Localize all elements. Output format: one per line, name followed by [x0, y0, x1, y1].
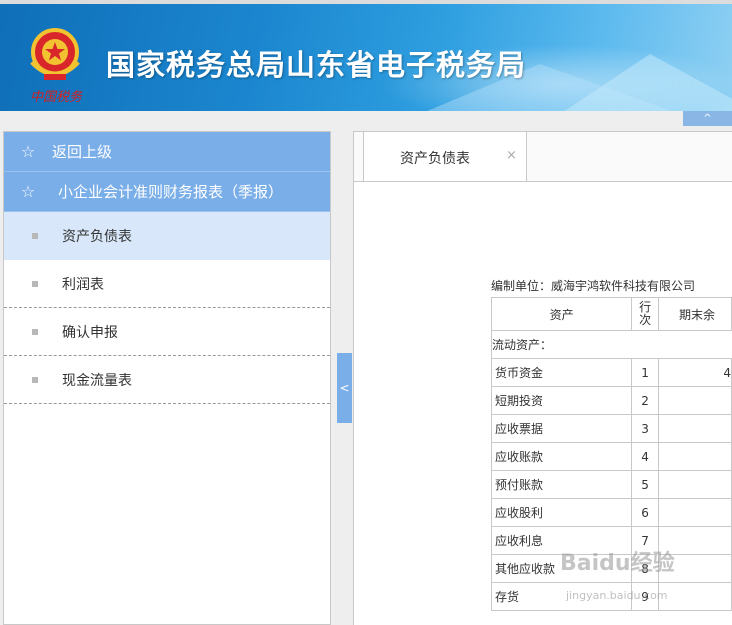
- column-header-line: 行次: [631, 297, 659, 331]
- banner-mountain: [560, 54, 732, 111]
- back-button[interactable]: ☆ 返回上级: [4, 132, 330, 172]
- sidebar: ☆ 返回上级 ☆ 小企业会计准则财务报表（季报） 资产负债表 利润表 确认申报 …: [3, 131, 331, 625]
- star-icon: ☆: [20, 142, 36, 161]
- row-name: 应收账款: [490, 442, 633, 471]
- sidebar-item-cash-flow[interactable]: 现金流量表: [4, 356, 330, 404]
- row-name: 应收股利: [490, 498, 633, 527]
- section-row: 流动资产：: [491, 330, 732, 359]
- star-icon: ☆: [20, 182, 36, 201]
- row-value-input[interactable]: 4: [657, 358, 732, 387]
- table-row: 短期投资 2: [490, 386, 732, 415]
- sidebar-item-income-statement[interactable]: 利润表: [4, 260, 330, 308]
- row-name: 应收票据: [490, 414, 633, 443]
- close-icon[interactable]: ×: [506, 148, 517, 163]
- section-label: 小企业会计准则财务报表（季报）: [58, 183, 284, 201]
- table-header-row: 资产 行次 期末余: [490, 297, 732, 331]
- row-line: 2: [631, 386, 659, 415]
- table-row: 应收票据 3: [490, 414, 732, 443]
- sidebar-section-header[interactable]: ☆ 小企业会计准则财务报表（季报）: [4, 172, 330, 212]
- row-value-input[interactable]: [657, 442, 732, 471]
- column-header-asset: 资产: [490, 297, 633, 331]
- table-row: 预付账款 5: [490, 470, 732, 499]
- sidebar-item-label: 利润表: [62, 276, 104, 293]
- row-name: 预付账款: [490, 470, 633, 499]
- row-line: 3: [631, 414, 659, 443]
- sidebar-item-label: 现金流量表: [62, 372, 132, 389]
- collapse-header-button[interactable]: ^: [683, 111, 732, 126]
- row-line: 6: [631, 498, 659, 527]
- emblem-signature: 中国税务: [30, 90, 83, 105]
- row-line: 5: [631, 470, 659, 499]
- content-panel: 资产负债表 × 编制单位：威海宇鸿软件科技有限公司 资产 行次 期末余 流动资产…: [353, 131, 732, 625]
- tab-bar: 资产负债表 ×: [354, 132, 732, 182]
- row-name: 货币资金: [490, 358, 633, 387]
- sidebar-item-balance-sheet[interactable]: 资产负债表: [4, 212, 330, 260]
- bullet-icon: [32, 376, 38, 383]
- column-header-end-balance: 期末余: [657, 297, 732, 331]
- row-line: 1: [631, 358, 659, 387]
- row-value-input[interactable]: [657, 582, 732, 611]
- tab-label: 资产负债表: [400, 151, 470, 167]
- row-value-input[interactable]: [657, 498, 732, 527]
- sidebar-toggle-button[interactable]: <: [337, 353, 352, 423]
- tax-emblem-icon: [30, 28, 80, 80]
- back-label: 返回上级: [52, 143, 113, 161]
- table-row: 货币资金 1 4: [490, 358, 732, 387]
- row-name: 短期投资: [490, 386, 633, 415]
- sidebar-item-label: 确认申报: [62, 324, 118, 341]
- sidebar-item-confirm-filing[interactable]: 确认申报: [4, 308, 330, 356]
- row-value-input[interactable]: [657, 414, 732, 443]
- row-line: 4: [631, 442, 659, 471]
- bullet-icon: [32, 328, 38, 335]
- baidu-watermark-logo: Baidu经验: [560, 551, 675, 576]
- table-row: 应收股利 6: [490, 498, 732, 527]
- table-row: 应收账款 4: [490, 442, 732, 471]
- sidebar-item-label: 资产负债表: [62, 229, 132, 245]
- row-value-input[interactable]: [657, 470, 732, 499]
- bullet-icon: [32, 233, 38, 239]
- row-value-input[interactable]: [657, 386, 732, 415]
- bullet-icon: [32, 280, 38, 287]
- tab-balance-sheet[interactable]: 资产负债表 ×: [363, 132, 527, 181]
- site-title: 国家税务总局山东省电子税务局: [106, 48, 527, 82]
- column-header-line-text: 行次: [639, 300, 652, 327]
- baidu-watermark-url: jingyan.baidu.com: [566, 589, 668, 602]
- company-line: 编制单位：威海宇鸿软件科技有限公司: [491, 279, 696, 293]
- header-banner: 中国税务 国家税务总局山东省电子税务局: [0, 4, 732, 111]
- section-label: 流动资产：: [491, 330, 732, 359]
